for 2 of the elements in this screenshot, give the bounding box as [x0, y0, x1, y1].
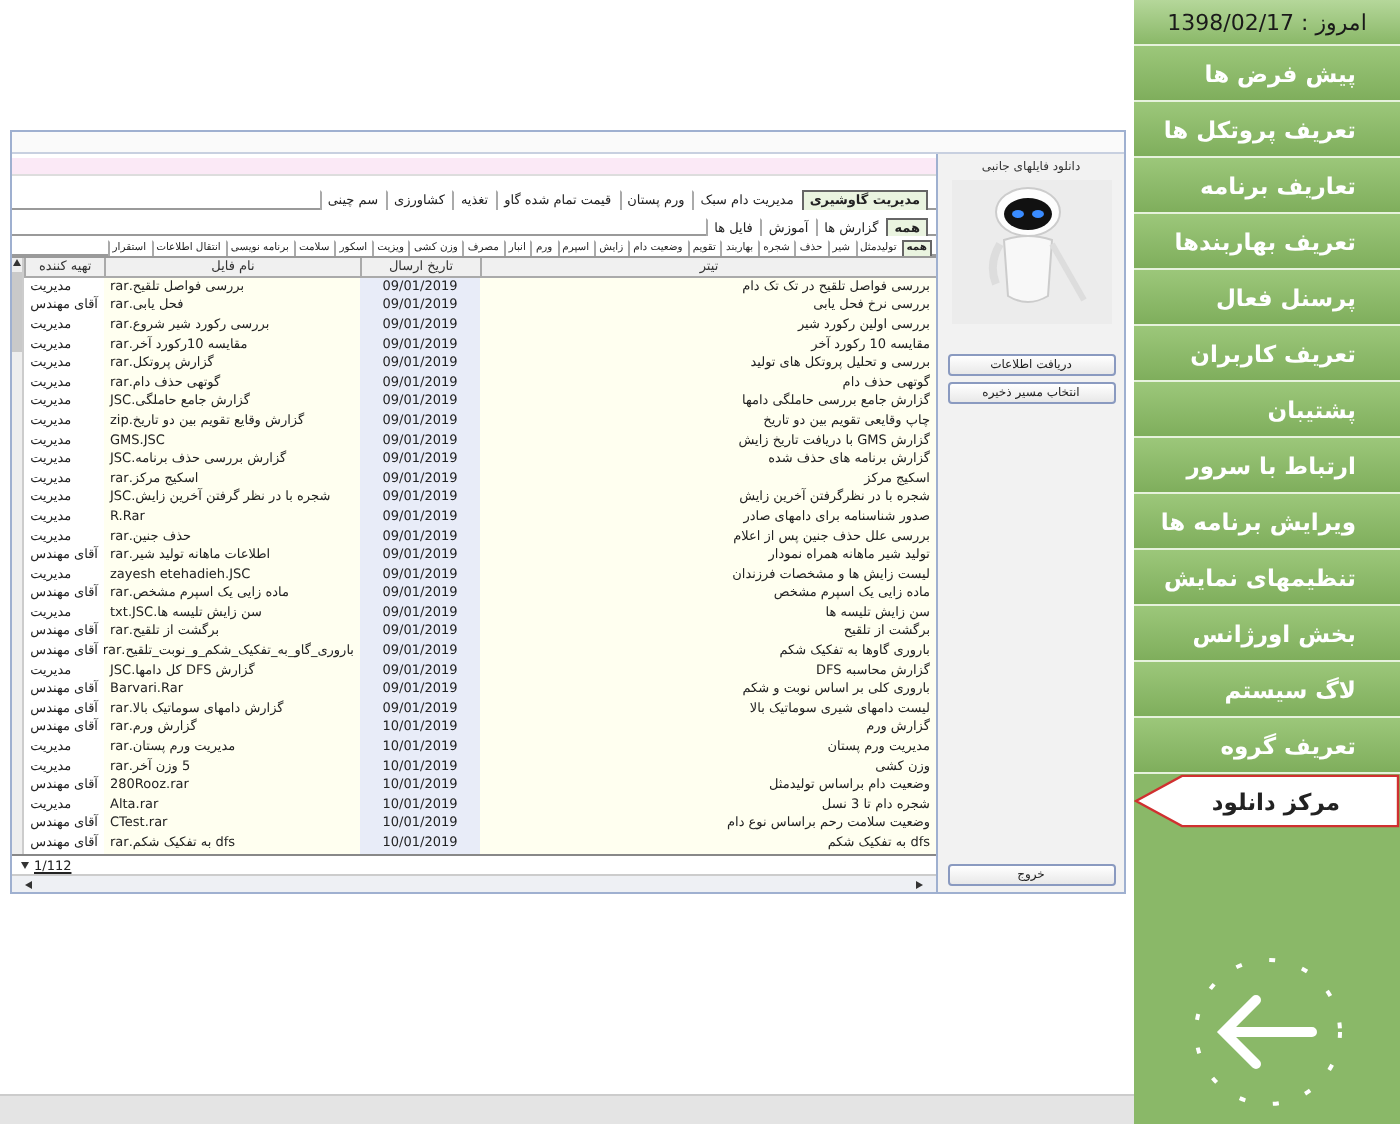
menu-item[interactable]: مرکز دانلود — [1134, 772, 1400, 828]
date-label: امروز : 1398/02/17 — [1134, 0, 1400, 44]
